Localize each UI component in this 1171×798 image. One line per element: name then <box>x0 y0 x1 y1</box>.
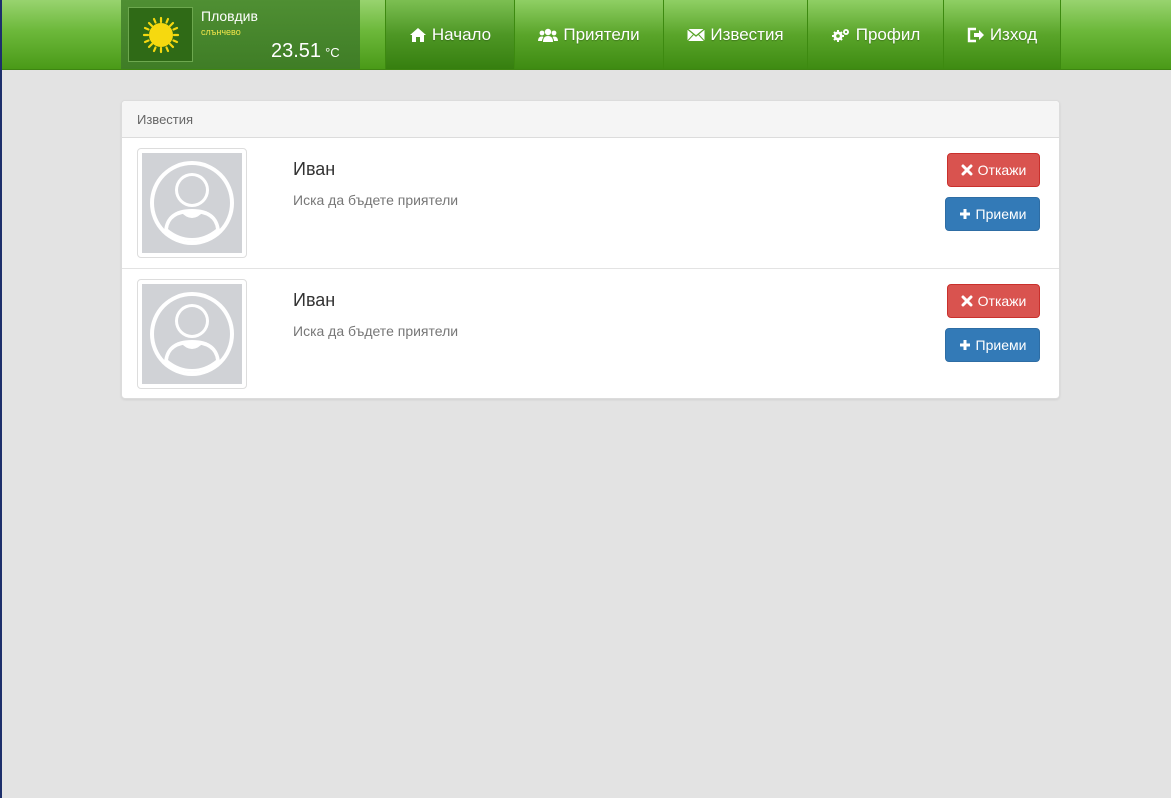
notification-sender: Иван <box>293 159 336 179</box>
nav-notifications[interactable]: Известия <box>664 0 808 69</box>
nav-profile-label: Профил <box>855 24 921 44</box>
accept-button[interactable]: Приеми <box>945 328 1040 362</box>
temperature-value: 23.51 <box>271 40 322 62</box>
panel-title: Известия <box>122 101 1059 138</box>
top-navbar: Пловдив слънчево 23.51 °C Начало Приятели… <box>2 0 1171 70</box>
nav-logout[interactable]: Изход <box>944 0 1061 69</box>
sun-icon <box>128 7 193 62</box>
logout-icon <box>967 27 984 42</box>
users-icon <box>538 28 559 42</box>
weather-widget: Пловдив слънчево 23.51 °C <box>121 0 360 69</box>
notification-message: Иска да бъдете приятели <box>293 323 459 339</box>
weather-city: Пловдив <box>201 8 258 24</box>
reject-button[interactable]: Откажи <box>947 284 1040 318</box>
envelope-icon <box>687 27 706 41</box>
accept-button[interactable]: Приеми <box>945 197 1040 231</box>
close-icon <box>961 164 973 176</box>
weather-condition: слънчево <box>201 27 241 37</box>
main-nav: Начало Приятели Известия Профил Изход <box>385 0 1061 69</box>
gears-icon <box>831 28 849 42</box>
reject-button-label: Откажи <box>977 293 1027 309</box>
avatar <box>137 279 247 389</box>
nav-home-label: Начало <box>431 24 492 44</box>
notifications-panel: Известия Иван Иска да бъдете приятели От… <box>121 100 1060 399</box>
home-icon <box>409 27 426 42</box>
nav-notifications-label: Известия <box>710 24 784 44</box>
nav-home[interactable]: Начало <box>386 0 515 69</box>
notification-message: Иска да бъдете приятели <box>293 192 459 208</box>
nav-friends[interactable]: Приятели <box>515 0 664 69</box>
plus-icon <box>959 340 970 350</box>
temperature-unit: °C <box>325 45 340 60</box>
accept-button-label: Приеми <box>975 206 1027 222</box>
reject-button-label: Откажи <box>977 162 1027 178</box>
weather-temperature: 23.51 °C <box>271 40 340 63</box>
notification-item: Иван Иска да бъдете приятели Откажи Прие… <box>122 138 1059 269</box>
notification-sender: Иван <box>293 290 336 310</box>
plus-icon <box>959 209 970 219</box>
avatar <box>137 148 247 258</box>
nav-logout-label: Изход <box>989 24 1038 44</box>
user-avatar-icon <box>142 153 242 253</box>
notification-item: Иван Иска да бъдете приятели Откажи Прие… <box>122 269 1059 400</box>
close-icon <box>961 295 973 307</box>
nav-friends-label: Приятели <box>563 24 640 44</box>
nav-profile[interactable]: Профил <box>808 0 944 69</box>
accept-button-label: Приеми <box>975 337 1027 353</box>
user-avatar-icon <box>142 284 242 384</box>
reject-button[interactable]: Откажи <box>947 153 1040 187</box>
